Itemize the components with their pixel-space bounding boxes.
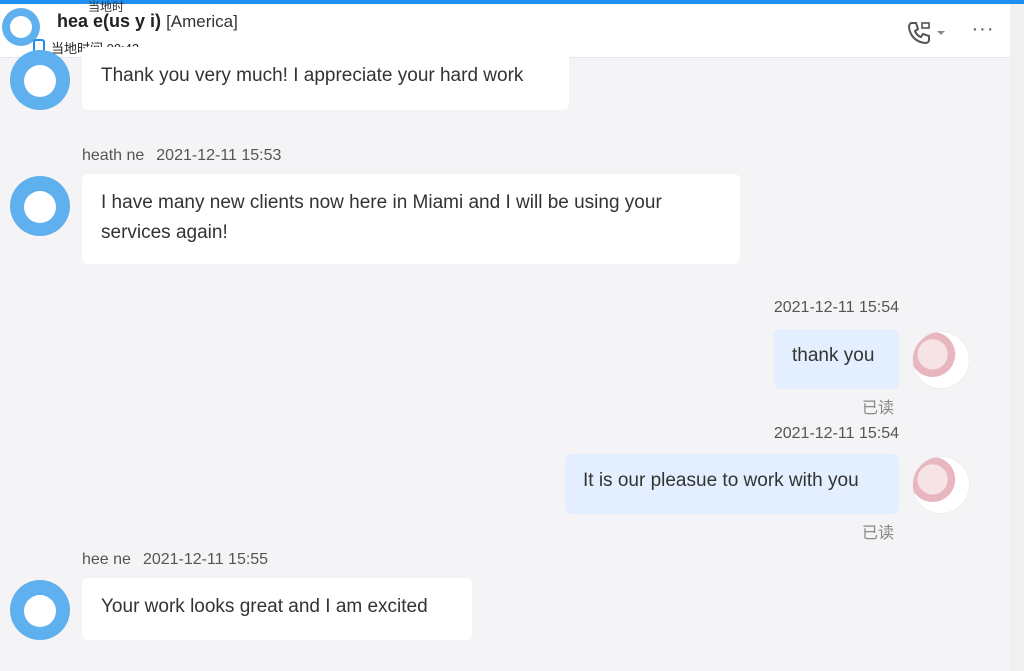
read-status: 已读	[862, 525, 895, 542]
my-avatar[interactable]	[912, 456, 970, 514]
message-timestamp: 2021-12-11 15:55	[142, 551, 269, 568]
phone-call-icon	[907, 22, 930, 45]
message-bubble: It is our pleasue to work with you	[565, 454, 899, 514]
call-button[interactable]	[906, 18, 952, 48]
sender-avatar[interactable]	[10, 50, 70, 110]
contact-name-text: hea e(us y i)	[57, 11, 162, 31]
scrollbar[interactable]	[1010, 4, 1024, 671]
chevron-down-icon[interactable]	[936, 29, 946, 37]
read-status: 已读	[862, 400, 895, 417]
message-timestamp: 2021-12-11 15:54	[773, 425, 899, 442]
message-timestamp: 2021-12-11 15:54	[773, 299, 899, 316]
sender-name: heath ne	[82, 147, 145, 164]
message-bubble: Your work looks great and I am excited	[82, 578, 472, 640]
message-meta: heath ne 2021-12-11 15:53	[82, 147, 281, 165]
message-meta: hee ne 2021-12-11 15:55	[82, 551, 268, 569]
contact-name: hea e(us y i) [America]	[57, 11, 238, 32]
contact-region: [America]	[166, 12, 238, 31]
sender-avatar[interactable]	[10, 580, 70, 640]
message-timestamp: 2021-12-11 15:53	[156, 147, 282, 164]
more-icon[interactable]: ···	[968, 18, 998, 48]
sender-name: hee ne	[82, 551, 131, 568]
message-bubble: I have many new clients now here in Miam…	[82, 174, 740, 264]
message-bubble: thank you	[774, 329, 899, 389]
message-bubble: Thank you very much! I appreciate your h…	[82, 47, 569, 110]
sender-avatar[interactable]	[10, 176, 70, 236]
my-avatar[interactable]	[912, 331, 970, 389]
